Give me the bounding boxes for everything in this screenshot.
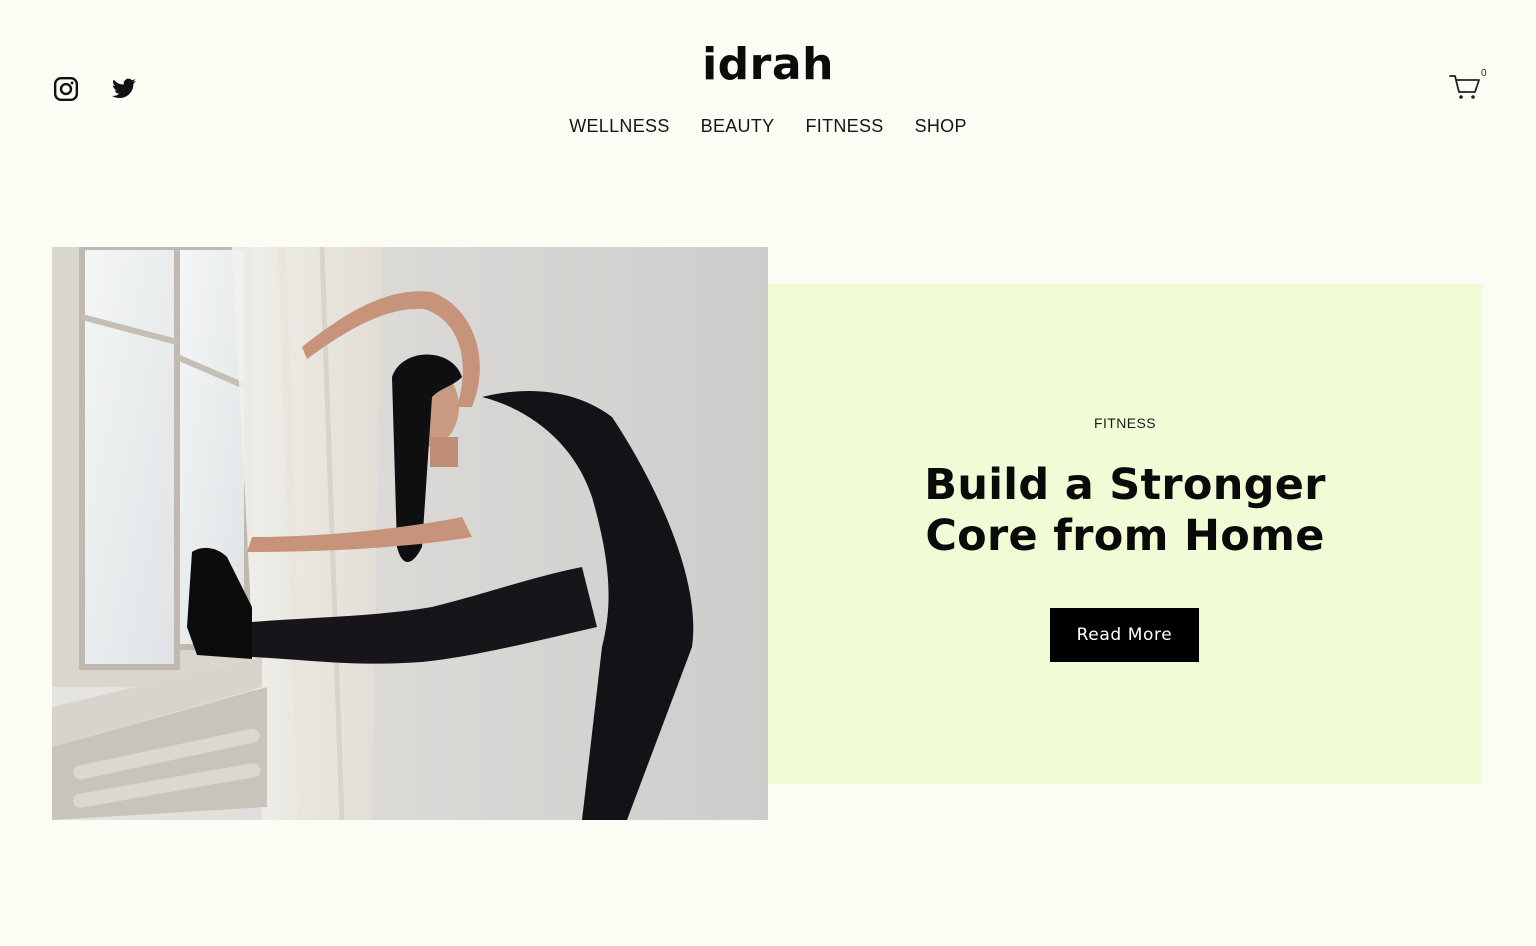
- main-nav: WELLNESS BEAUTY FITNESS SHOP: [0, 115, 1536, 137]
- cart-button[interactable]: 0: [1448, 68, 1488, 104]
- hero-title-line1: Build a Stronger: [924, 460, 1326, 510]
- brand-logo[interactable]: idrah: [0, 38, 1536, 92]
- nav-item-shop[interactable]: SHOP: [915, 115, 967, 137]
- hero-title-line2: Core from Home: [925, 511, 1325, 561]
- nav-item-fitness[interactable]: FITNESS: [805, 115, 883, 137]
- hero-card: FITNESS Build a Stronger Core from Home …: [768, 284, 1482, 784]
- cart-count: 0: [1481, 68, 1487, 79]
- hero-category[interactable]: FITNESS: [768, 415, 1482, 431]
- page: idrah WELLNESS BEAUTY FITNESS SHOP 0 FIT…: [0, 0, 1536, 946]
- cart-icon: [1449, 75, 1480, 99]
- nav-item-wellness[interactable]: WELLNESS: [569, 115, 669, 137]
- read-more-button[interactable]: Read More: [1050, 608, 1199, 662]
- hero-image[interactable]: [52, 247, 768, 820]
- hero-title[interactable]: Build a Stronger Core from Home: [768, 460, 1482, 562]
- nav-item-beauty[interactable]: BEAUTY: [701, 115, 775, 137]
- hero-photo-illustration: [52, 247, 768, 820]
